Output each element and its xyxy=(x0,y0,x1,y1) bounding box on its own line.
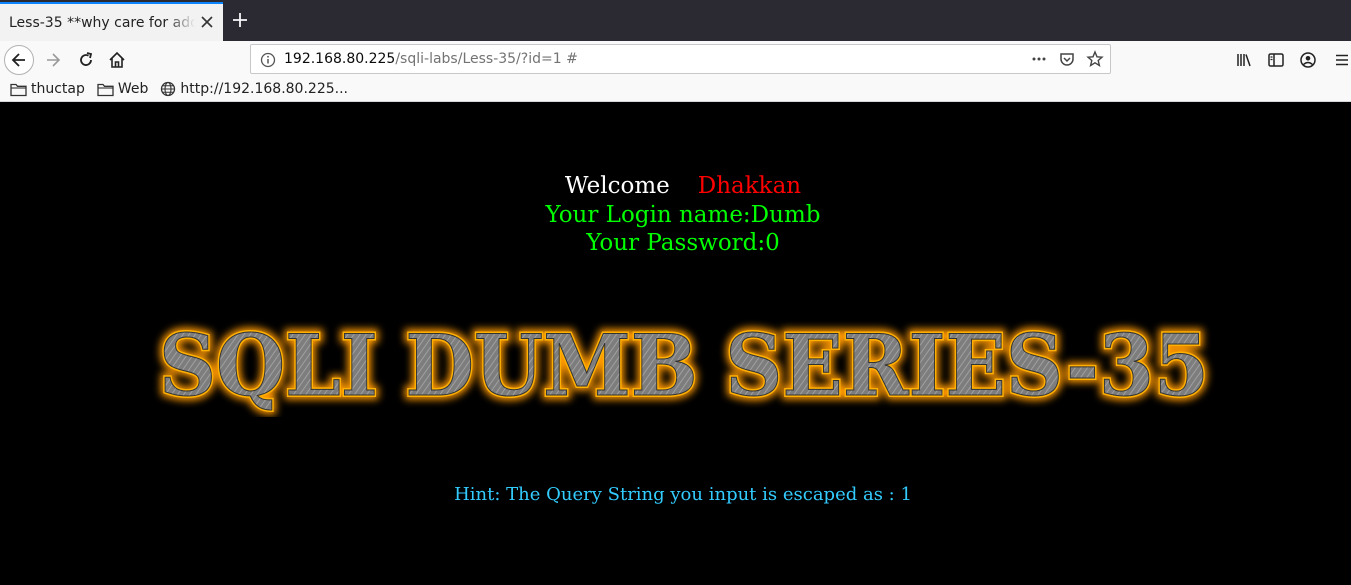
bookmark-url[interactable]: http://192.168.80.225... xyxy=(160,81,348,97)
bookmark-thuctap[interactable]: thuctap xyxy=(10,81,85,97)
folder-icon xyxy=(97,83,114,96)
bookmark-label: thuctap xyxy=(31,81,85,97)
url-text[interactable]: 192.168.80.225/sqli-labs/Less-35/?id=1 # xyxy=(284,51,578,67)
sidebar-button[interactable] xyxy=(1261,45,1291,75)
hint-text: Hint: The Query String you input is esca… xyxy=(454,484,912,505)
bookmarks-toolbar: thuctap Web http://192.168.80.225... xyxy=(0,77,1351,102)
sqli-dumb-series-banner: SQLI DUMB SERIES-35 SQLI DUMB SERIES-35 … xyxy=(155,317,1214,417)
reload-button[interactable] xyxy=(71,45,101,75)
bookmark-star-icon[interactable] xyxy=(1086,50,1104,68)
sidebar-icon xyxy=(1268,53,1284,67)
home-icon xyxy=(109,51,125,68)
account-button[interactable] xyxy=(1293,45,1323,75)
back-arrow-icon xyxy=(11,53,25,67)
back-button[interactable] xyxy=(4,45,34,75)
library-button[interactable] xyxy=(1229,45,1259,75)
password-text: Your Password:0 xyxy=(586,230,780,256)
browser-tab[interactable]: Less-35 **why care for addslashes()** xyxy=(0,2,223,41)
url-actions xyxy=(1030,50,1104,68)
new-tab-icon[interactable] xyxy=(230,10,250,30)
home-button[interactable] xyxy=(102,45,132,75)
library-icon xyxy=(1237,54,1251,67)
close-tab-icon[interactable] xyxy=(199,14,215,30)
tab-title: Less-35 **why care for addslashes()** xyxy=(9,14,195,31)
account-icon xyxy=(1300,52,1316,68)
info-icon[interactable] xyxy=(260,52,276,68)
pocket-icon[interactable] xyxy=(1058,50,1076,68)
welcome-label: Welcome xyxy=(564,173,670,199)
folder-icon xyxy=(10,83,27,96)
page-content: Welcome Dhakkan Your Login name:Dumb Your… xyxy=(0,102,1351,585)
bookmark-web[interactable]: Web xyxy=(97,81,149,97)
page-actions-icon[interactable] xyxy=(1030,50,1048,68)
banner-text: SQLI DUMB SERIES-35 xyxy=(159,317,1209,415)
bookmark-label: Web xyxy=(117,81,149,97)
url-bar[interactable]: 192.168.80.225/sqli-labs/Less-35/?id=1 # xyxy=(250,44,1111,74)
hamburger-menu-icon xyxy=(1335,54,1348,66)
login-name-text: Your Login name:Dumb xyxy=(545,202,821,228)
welcome-name: Dhakkan xyxy=(697,173,802,199)
menu-button[interactable] xyxy=(1330,45,1351,75)
bookmark-label: http://192.168.80.225... xyxy=(180,81,348,97)
tab-strip: Less-35 **why care for addslashes()** xyxy=(0,0,1351,41)
forward-arrow-icon xyxy=(47,53,61,67)
url-host: 192.168.80.225 xyxy=(284,51,396,67)
url-path: /sqli-labs/Less-35/?id=1 # xyxy=(395,51,578,67)
reload-icon xyxy=(80,52,93,66)
welcome-line: Welcome Dhakkan xyxy=(0,173,1351,199)
forward-button[interactable] xyxy=(38,45,68,75)
navigation-toolbar: 192.168.80.225/sqli-labs/Less-35/?id=1 # xyxy=(0,41,1351,77)
globe-icon xyxy=(161,81,176,97)
